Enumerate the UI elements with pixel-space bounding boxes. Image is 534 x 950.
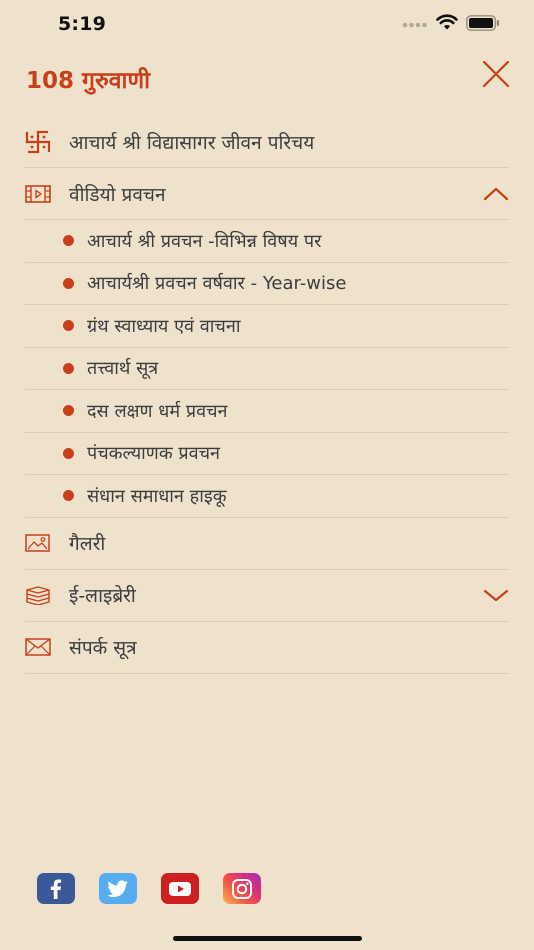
submenu-item[interactable]: आचार्यश्री प्रवचन वर्षवार - Year-wise [25, 263, 509, 305]
battery-icon [466, 14, 500, 35]
submenu-item-label: ग्रंथ स्वाध्याय एवं वाचना [87, 315, 241, 337]
bullet-icon [63, 277, 74, 289]
menu-item-label: वीडियो प्रवचन [69, 183, 166, 206]
bullet-icon [63, 235, 74, 247]
youtube-button[interactable] [161, 873, 199, 904]
menu-item-biography[interactable]: आचार्य श्री विद्यासागर जीवन परिचय [25, 116, 509, 168]
menu-item-contact[interactable]: संपर्क सूत्र [25, 622, 509, 674]
twitter-icon [107, 879, 128, 897]
instagram-icon [232, 878, 252, 899]
video-film-icon [25, 182, 51, 206]
submenu-item[interactable]: तत्त्वार्थ सूत्र [25, 348, 509, 390]
submenu-item[interactable]: आचार्य श्री प्रवचन -विभिन्न विषय पर [25, 220, 509, 263]
bullet-icon [63, 405, 74, 417]
instagram-button[interactable] [223, 873, 261, 904]
submenu-item-label: आचार्यश्री प्रवचन वर्षवार - Year-wise [87, 273, 347, 295]
signal-icon [402, 15, 428, 34]
home-indicator[interactable] [173, 936, 362, 941]
menu-item-video-pravachan[interactable]: वीडियो प्रवचन [25, 168, 509, 220]
close-button[interactable] [482, 60, 510, 88]
status-time: 5:19 [58, 13, 107, 35]
bullet-icon [63, 362, 74, 374]
chevron-down-icon[interactable] [483, 586, 509, 604]
header: 108 गुरुवाणी [0, 55, 534, 100]
submenu-item-label: तत्त्वार्थ सूत्र [87, 358, 159, 380]
bullet-icon [63, 490, 74, 502]
image-gallery-icon [25, 531, 51, 555]
menu-item-label: आचार्य श्री विद्यासागर जीवन परिचय [69, 131, 315, 154]
mail-icon [25, 635, 51, 659]
submenu-item-label: पंचकल्याणक प्रवचन [87, 443, 221, 465]
status-icons [402, 14, 500, 35]
submenu-item-label: आचार्य श्री प्रवचन -विभिन्न विषय पर [87, 230, 322, 252]
swastika-icon [25, 130, 51, 154]
menu-item-gallery[interactable]: गैलरी [25, 518, 509, 570]
menu-item-label: ई-लाइब्रेरी [69, 585, 136, 607]
status-bar: 5:19 [0, 0, 534, 50]
chevron-up-icon[interactable] [483, 185, 509, 203]
twitter-button[interactable] [99, 873, 137, 904]
menu-item-e-library[interactable]: ई-लाइब्रेरी [25, 570, 509, 622]
bullet-icon [63, 320, 74, 332]
bullet-icon [63, 447, 74, 459]
facebook-button[interactable] [37, 873, 75, 904]
close-icon [482, 60, 510, 88]
side-menu: आचार्य श्री विद्यासागर जीवन परिचय वीडियो… [25, 116, 509, 674]
app-title: 108 गुरुवाणी [26, 68, 151, 94]
submenu-item[interactable]: संधान समाधान हाइकू [25, 475, 509, 518]
submenu-item-label: संधान समाधान हाइकू [87, 485, 227, 507]
wifi-icon [436, 14, 458, 35]
menu-item-label: संपर्क सूत्र [69, 637, 137, 659]
submenu-item-label: दस लक्षण धर्म प्रवचन [87, 400, 228, 422]
social-links [37, 873, 261, 904]
video-submenu: आचार्य श्री प्रवचन -विभिन्न विषय पर आचार… [25, 220, 509, 518]
youtube-icon [169, 881, 191, 896]
menu-item-label: गैलरी [69, 533, 106, 555]
facebook-icon [50, 879, 62, 899]
submenu-item[interactable]: पंचकल्याणक प्रवचन [25, 433, 509, 475]
books-icon [25, 583, 51, 607]
submenu-item[interactable]: ग्रंथ स्वाध्याय एवं वाचना [25, 305, 509, 348]
submenu-item[interactable]: दस लक्षण धर्म प्रवचन [25, 390, 509, 433]
